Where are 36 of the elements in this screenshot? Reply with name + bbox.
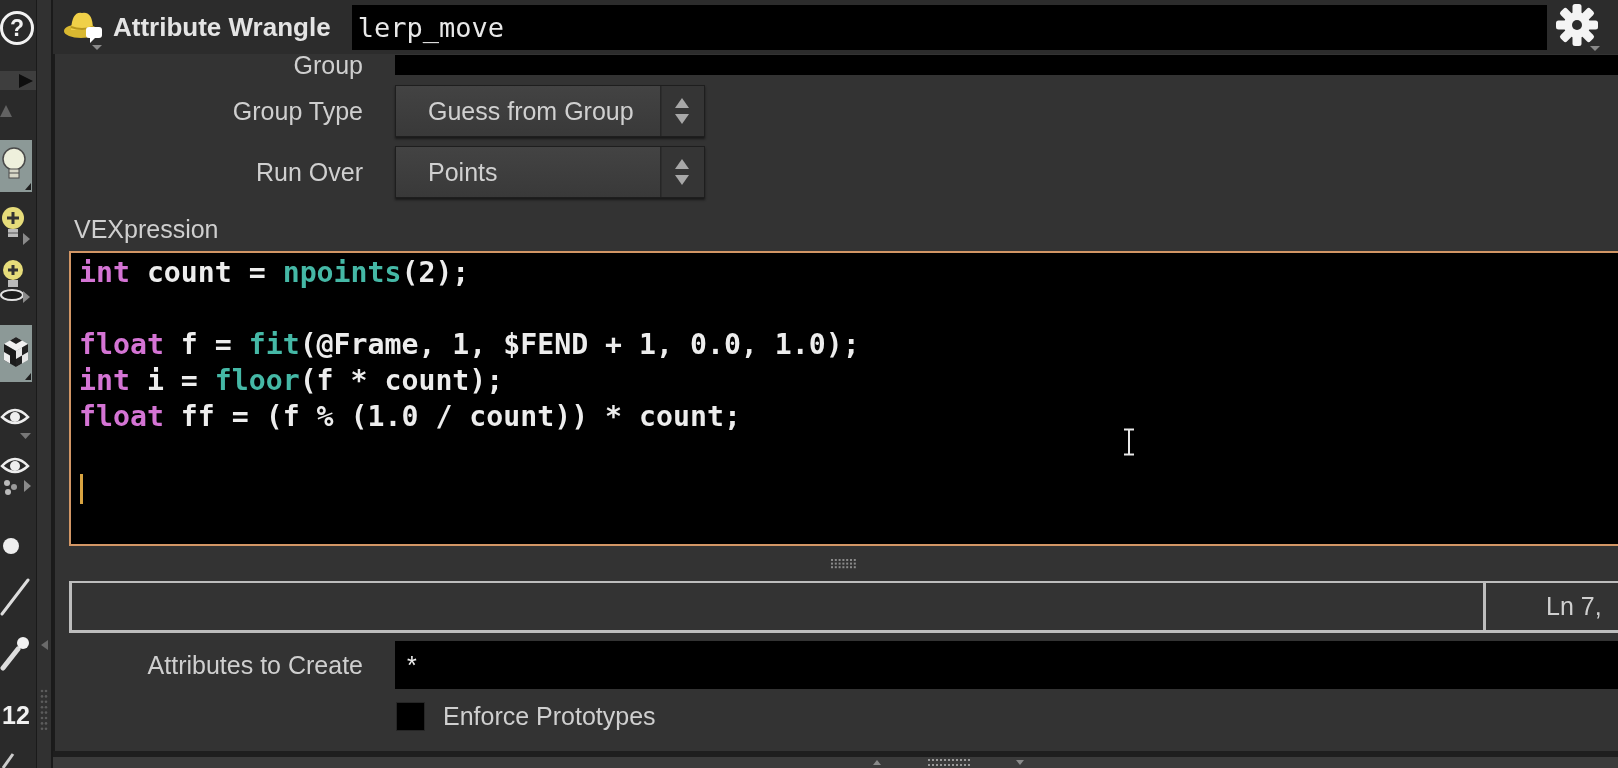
lightbulb-icon[interactable]: [0, 140, 32, 192]
updown-arrows-icon: [660, 86, 704, 136]
down-triangle-icon[interactable]: [1016, 760, 1024, 765]
dropdown-button[interactable]: Guess from Group: [395, 85, 705, 137]
code-editor[interactable]: int count = npoints(2); float f = fit(@Frame, 1, $FEND + 1, 0.0, 1.0); int i = floor(f * count); float ff = (f % (1.0 / count)) * count;: [69, 251, 1618, 546]
code-line: float ff = (f % (1.0 / count)) * count;: [79, 399, 741, 435]
line-icon[interactable]: [0, 578, 30, 616]
updown-arrows-icon: [660, 147, 704, 197]
parameter-label: VEXpression: [74, 215, 219, 243]
node-type-title: Attribute Wrangle: [113, 11, 331, 43]
checkered-cube-icon[interactable]: [0, 325, 32, 382]
parameter-label: Run Over: [255, 157, 363, 187]
gear-icon[interactable]: [1555, 2, 1601, 52]
up-triangle-icon[interactable]: [873, 760, 881, 765]
dot-icon[interactable]: [2, 537, 20, 555]
left-triangle-icon[interactable]: [40, 640, 48, 650]
number-label: 12: [1, 700, 31, 730]
slash-icon[interactable]: [0, 752, 16, 768]
code-line: float f = fit(@Frame, 1, $FEND + 1, 0.0, 1.0);: [79, 327, 860, 363]
code-line: int i = floor(f * count);: [79, 363, 504, 399]
input-field[interactable]: *: [395, 641, 1618, 689]
grip-icon[interactable]: [830, 558, 857, 569]
help-button[interactable]: ?: [0, 11, 34, 45]
lightbulb-disc-icon[interactable]: [0, 257, 32, 305]
input-field[interactable]: [395, 55, 1618, 75]
i-beam-cursor-icon: [1123, 428, 1135, 456]
grip-icon[interactable]: [40, 688, 48, 732]
grip-icon[interactable]: [928, 758, 972, 767]
parameter-label: Attributes to Create: [146, 650, 363, 680]
parameter-label: Group Type: [231, 96, 363, 126]
checkbox-label: Enforce Prototypes: [443, 702, 656, 731]
checkbox[interactable]: [396, 702, 425, 731]
code-line: int count = npoints(2);: [79, 255, 470, 291]
dropdown-button[interactable]: Points: [395, 146, 705, 198]
name-field[interactable]: lerp_move: [351, 5, 1547, 50]
cursor-position-text: Ln 7,: [1546, 592, 1602, 621]
